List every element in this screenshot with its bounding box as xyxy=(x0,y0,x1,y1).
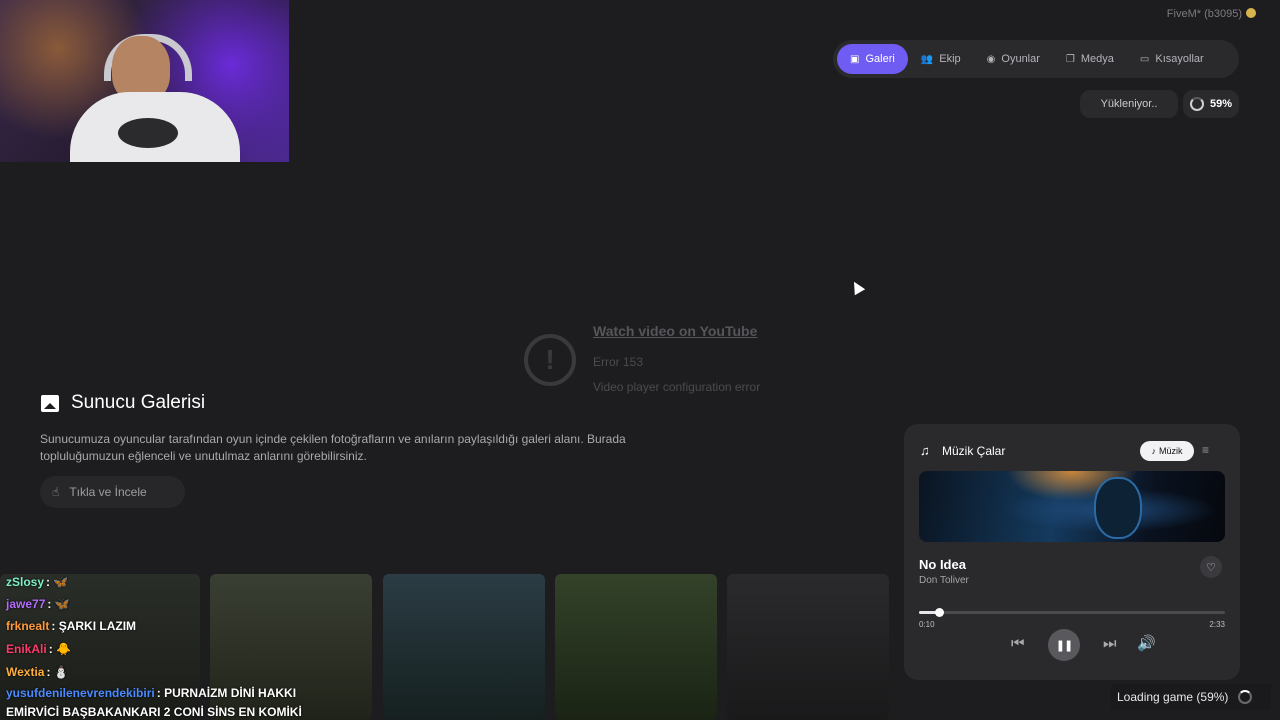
previous-track-icon[interactable]: ⏮ xyxy=(1011,635,1025,652)
album-cover xyxy=(919,471,1225,542)
gamepad-icon: ◉ xyxy=(986,53,996,65)
next-track-icon[interactable]: ⏭ xyxy=(1103,635,1117,652)
error-icon: ! xyxy=(524,334,576,386)
music-tab-label: Müzik xyxy=(1158,446,1183,456)
loading-status: Yükleniyor.. xyxy=(1080,90,1178,118)
song-title: No Idea xyxy=(919,557,966,572)
playlist-icon[interactable]: ≡ xyxy=(1202,443,1209,457)
mouse-cursor-icon xyxy=(848,278,866,296)
gallery-icon xyxy=(41,395,59,412)
chat-message: EnikAli: 🐥 xyxy=(6,642,71,656)
media-icon: ❐ xyxy=(1065,53,1075,65)
chat-message: yusufdenilenevrendekibiri: PURNAİZM DİNİ… xyxy=(6,686,297,700)
tab-label: Kısayollar xyxy=(1155,53,1204,65)
chat-message: EMİRVİCİ BAŞBAKANKARI 2 CONİ SİNS EN KOM… xyxy=(6,705,302,719)
spinner-icon xyxy=(1238,690,1253,704)
loading-percent: 59% xyxy=(1183,90,1239,118)
chat-message: jawe77: 🦋 xyxy=(6,597,70,611)
music-player-title: Müzik Çalar xyxy=(942,444,1006,458)
progress-bar[interactable] xyxy=(919,608,1225,617)
loading-game-status: Loading game (59%) xyxy=(1111,684,1271,710)
chat-message: Wextia: ⛄ xyxy=(6,665,69,679)
tab-galeri[interactable]: ▣ Galeri xyxy=(837,44,908,74)
error-message: Video player configuration error xyxy=(593,380,761,394)
tab-label: Galeri xyxy=(865,53,895,65)
gallery-description: Sunucumuza oyuncular tarafından oyun içi… xyxy=(40,432,626,463)
team-icon: 👥 xyxy=(920,53,934,65)
error-code: Error 153 xyxy=(593,355,644,369)
time-current: 0:10 xyxy=(919,620,935,629)
top-nav: ▣ Galeri 👥 Ekip ◉ Oyunlar ❐ Medya ▭ Kısa… xyxy=(833,40,1239,78)
music-note-icon: ♪ xyxy=(1151,446,1156,456)
progress-handle[interactable] xyxy=(934,608,944,617)
loading-game-label: Loading game (59%) xyxy=(1117,690,1229,704)
keyboard-icon: ▭ xyxy=(1139,53,1150,65)
image-icon: ▣ xyxy=(850,53,860,65)
tab-ekip[interactable]: 👥 Ekip xyxy=(908,44,974,74)
volume-icon[interactable]: 🔊 xyxy=(1137,634,1156,652)
music-note-icon: ♫ xyxy=(920,443,930,458)
tab-label: Oyunlar xyxy=(1001,53,1040,65)
loading-percent-value: 59% xyxy=(1209,98,1233,110)
tab-oyunlar[interactable]: ◉ Oyunlar xyxy=(974,44,1053,74)
tab-label: Medya xyxy=(1080,53,1114,65)
favorite-heart-icon[interactable]: ♡ xyxy=(1200,556,1222,578)
view-gallery-label: Tıkla ve İncele xyxy=(69,485,147,499)
watch-on-youtube-link[interactable]: Watch video on YouTube xyxy=(593,323,757,339)
gallery-thumbnail[interactable] xyxy=(555,574,717,720)
chat-message: frkneal‍t: ŞARKI LAZIM xyxy=(6,619,137,633)
fivem-build-label: FiveM* (b3095) xyxy=(1167,8,1256,20)
fivem-logo-icon xyxy=(1246,8,1256,18)
pointer-click-icon: ☝ xyxy=(52,485,60,499)
gallery-thumbnail[interactable] xyxy=(727,574,889,720)
music-player: ♫ Müzik Çalar ♪ Müzik ≡ No Idea Don Toli… xyxy=(904,424,1240,680)
tab-medya[interactable]: ❐ Medya xyxy=(1053,44,1127,74)
time-total: 2:33 xyxy=(1209,620,1225,629)
chat-message: zSlosy: 🦋 xyxy=(6,575,69,589)
pause-button[interactable]: ❚❚ xyxy=(1048,629,1080,661)
music-tab-button[interactable]: ♪ Müzik xyxy=(1140,441,1194,461)
spinner-icon xyxy=(1189,97,1204,111)
view-gallery-button[interactable]: ☝ Tıkla ve İncele xyxy=(40,476,185,508)
gallery-thumbnail[interactable] xyxy=(383,574,545,720)
tab-label: Ekip xyxy=(939,53,961,65)
webcam-overlay xyxy=(0,0,289,162)
tab-kisayollar[interactable]: ▭ Kısayollar xyxy=(1127,44,1217,74)
song-artist: Don Toliver xyxy=(919,575,969,586)
gallery-title: Sunucu Galerisi xyxy=(71,392,206,413)
